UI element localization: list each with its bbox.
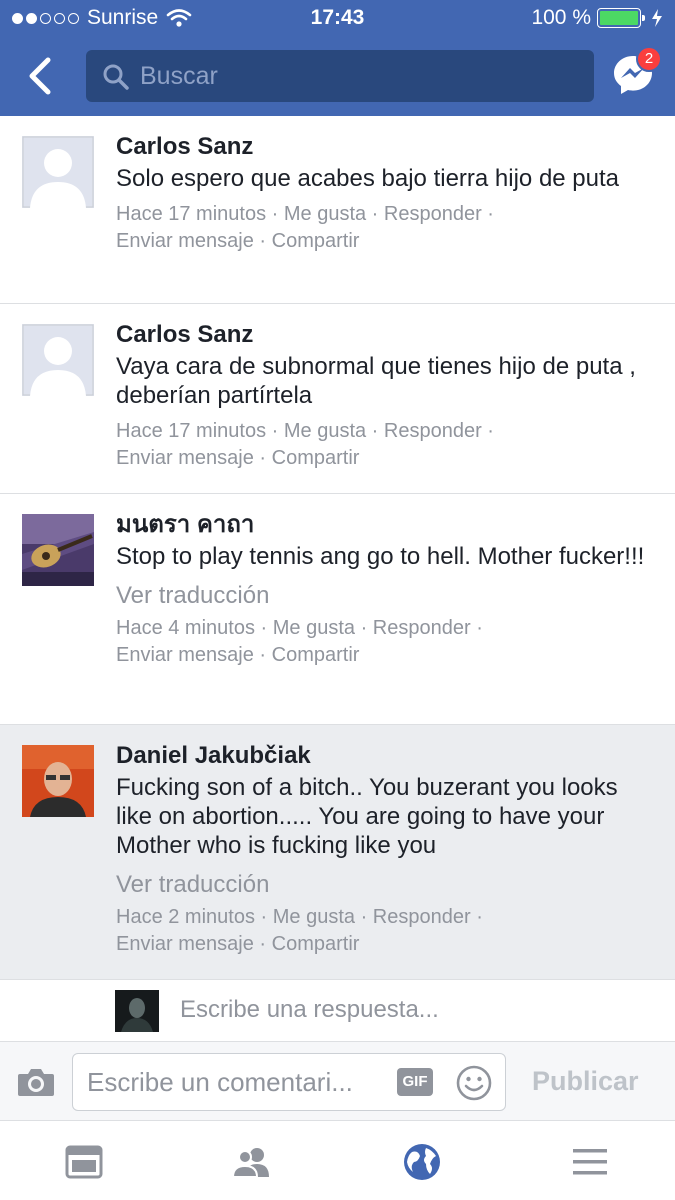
send-message-link[interactable]: Enviar mensaje: [116, 447, 254, 469]
comment-author[interactable]: Carlos Sanz: [116, 132, 655, 162]
share-link[interactable]: Compartir: [272, 447, 360, 469]
comment-author[interactable]: Carlos Sanz: [116, 320, 655, 350]
like-link[interactable]: Me gusta: [273, 617, 355, 639]
share-link[interactable]: Compartir: [272, 933, 360, 955]
send-message-link[interactable]: Enviar mensaje: [116, 644, 254, 666]
like-link[interactable]: Me gusta: [284, 203, 366, 225]
comment-time[interactable]: Hace 4 minutos: [116, 617, 255, 639]
search-icon: [103, 64, 129, 90]
comment-actions: Hace 17 minutos · Me gusta · Responder ·…: [116, 203, 494, 252]
send-message-link[interactable]: Enviar mensaje: [116, 230, 254, 252]
tab-news-feed[interactable]: [62, 1140, 106, 1184]
top-bar: Sunrise 17:43 100 % Buscar 2: [0, 0, 675, 116]
camera-button[interactable]: [16, 1066, 56, 1098]
battery-icon: [597, 8, 645, 28]
comment-text: Stop to play tennis ang go to hell. Moth…: [116, 543, 645, 570]
comment-text: Vaya cara de subnormal que tienes hijo d…: [116, 353, 636, 409]
sticker-button[interactable]: [455, 1064, 493, 1102]
reply-link[interactable]: Responder: [384, 203, 482, 225]
comment-actions: Hace 2 minutos · Me gusta · Responder · …: [116, 906, 483, 955]
share-link[interactable]: Compartir: [272, 230, 360, 252]
comment: Daniel Jakubčiak Fucking son of a bitch.…: [0, 725, 675, 980]
reply-input[interactable]: Escribe una respuesta...: [180, 996, 439, 1024]
avatar[interactable]: [22, 324, 94, 396]
messenger-badge: 2: [636, 46, 662, 72]
comment-input[interactable]: Escribe un comentari... GIF: [72, 1053, 506, 1111]
tab-notifications[interactable]: [400, 1140, 444, 1184]
see-translation-link[interactable]: Ver traducción: [116, 870, 655, 900]
menu-icon: [573, 1149, 607, 1175]
send-message-link[interactable]: Enviar mensaje: [116, 933, 254, 955]
reply-link[interactable]: Responder: [373, 906, 471, 928]
user-photo-avatar: [115, 990, 159, 1032]
like-link[interactable]: Me gusta: [273, 906, 355, 928]
back-icon: [29, 57, 51, 95]
comment: Carlos Sanz Solo espero que acabes bajo …: [0, 116, 675, 304]
search-input[interactable]: Buscar: [86, 50, 594, 102]
comment-actions: Hace 17 minutos · Me gusta · Responder ·…: [116, 420, 494, 469]
see-translation-link[interactable]: Ver traducción: [116, 581, 655, 611]
guitar-photo-avatar: [22, 514, 94, 586]
tab-bar: [0, 1122, 675, 1200]
like-link[interactable]: Me gusta: [284, 420, 366, 442]
charging-icon: [652, 9, 662, 27]
news-feed-icon: [65, 1145, 103, 1179]
current-user-avatar: [115, 990, 159, 1032]
comment-composer: Escribe un comentari... GIF Publicar: [0, 1041, 675, 1121]
search-placeholder: Buscar: [140, 62, 218, 90]
default-avatar-icon: [22, 136, 94, 208]
back-button[interactable]: [22, 56, 58, 96]
comment-actions: Hace 4 minutos · Me gusta · Responder · …: [116, 617, 483, 666]
smiley-icon: [456, 1065, 492, 1101]
default-avatar-icon: [22, 324, 94, 396]
comment-author[interactable]: มนตรา คาถา: [116, 510, 655, 540]
avatar[interactable]: [22, 514, 94, 586]
comment-text: Fucking son of a bitch.. You buzerant yo…: [116, 774, 618, 859]
avatar[interactable]: [22, 136, 94, 208]
comment-time[interactable]: Hace 2 minutos: [116, 906, 255, 928]
comment: Carlos Sanz Vaya cara de subnormal que t…: [0, 304, 675, 494]
comment-time[interactable]: Hace 17 minutos: [116, 203, 266, 225]
avatar[interactable]: [22, 745, 94, 817]
comment-placeholder: Escribe un comentari...: [87, 1067, 353, 1097]
comment-author[interactable]: Daniel Jakubčiak: [116, 741, 655, 771]
comment-time[interactable]: Hace 17 minutos: [116, 420, 266, 442]
gif-button[interactable]: GIF: [397, 1068, 433, 1096]
globe-icon: [404, 1144, 440, 1180]
friends-icon: [231, 1148, 269, 1178]
tab-friends[interactable]: [230, 1140, 274, 1184]
reply-row: Escribe una respuesta...: [0, 980, 675, 1040]
comment-text: Solo espero que acabes bajo tierra hijo …: [116, 165, 620, 192]
tab-menu[interactable]: [568, 1140, 612, 1184]
publish-button[interactable]: Publicar: [532, 1066, 639, 1097]
comment-list: Carlos Sanz Solo espero que acabes bajo …: [0, 116, 675, 980]
comment: มนตรา คาถา Stop to play tennis ang go to…: [0, 494, 675, 725]
share-link[interactable]: Compartir: [272, 644, 360, 666]
profile-photo-avatar: [22, 745, 94, 817]
status-bar: Sunrise 17:43 100 %: [0, 0, 675, 38]
camera-icon: [18, 1069, 54, 1096]
battery-percent: 100 %: [531, 6, 591, 29]
reply-link[interactable]: Responder: [373, 617, 471, 639]
reply-link[interactable]: Responder: [384, 420, 482, 442]
